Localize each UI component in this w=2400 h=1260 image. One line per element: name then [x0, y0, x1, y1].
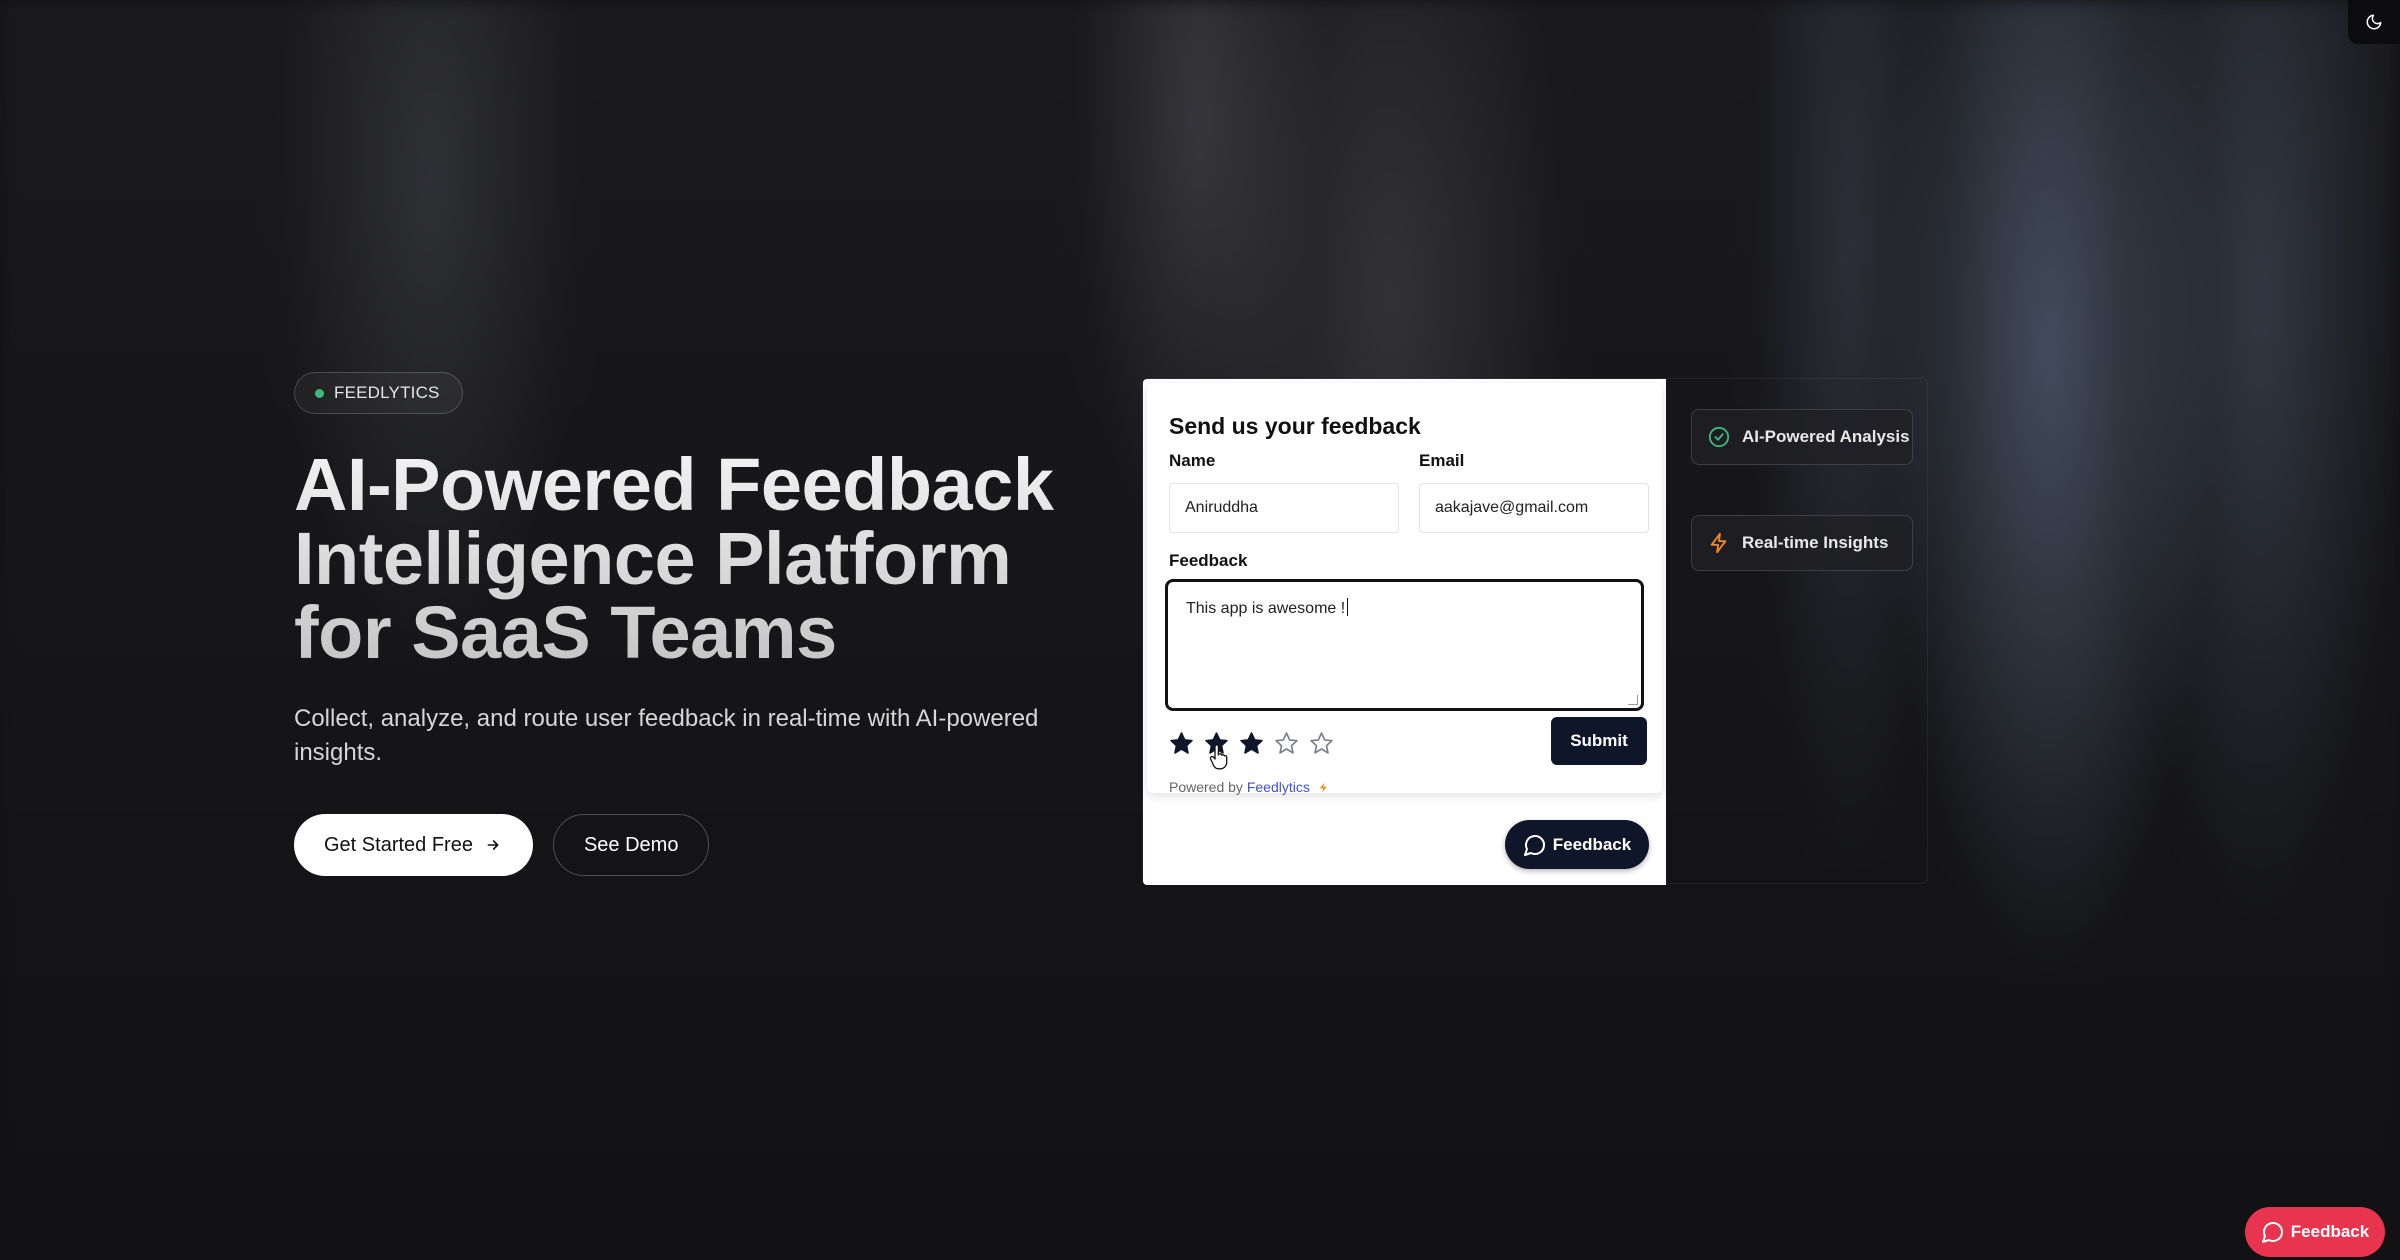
star-icon-5[interactable]	[1309, 731, 1334, 756]
arrow-right-icon	[487, 840, 499, 850]
feature-pill-label: AI-Powered Analysis	[1742, 427, 1910, 446]
star-icon-1[interactable]	[1169, 731, 1194, 756]
star-icon-4[interactable]	[1274, 731, 1299, 756]
widget-feedback-label: Feedback	[1552, 834, 1632, 854]
widget-feedback-button[interactable]: Feedback	[1505, 820, 1649, 869]
feature-pill-label: Real-time Insights	[1742, 533, 1889, 552]
cta-group: Get Started Free See Demo	[294, 814, 1094, 876]
feedback-label: Feedback	[1169, 551, 1248, 570]
chat-bubble-icon	[2261, 1222, 2283, 1243]
name-input[interactable]: Aniruddha	[1169, 483, 1399, 533]
widget-preview: Send us your feedback Name Aniruddha Ema…	[1143, 379, 1666, 885]
email-label: Email	[1419, 451, 1465, 470]
floating-feedback-label: Feedback	[2290, 1222, 2370, 1241]
lightning-icon	[1710, 532, 1727, 554]
powered-by-prefix: Powered by	[1169, 779, 1243, 795]
powered-by: Powered by Feedlytics	[1169, 779, 1329, 795]
hero-subtitle: Collect, analyze, and route user feedbac…	[294, 705, 1039, 766]
email-input-value: aakajave@gmail.com	[1435, 499, 1589, 516]
demo-panel: Send us your feedback Name Aniruddha Ema…	[1142, 378, 1928, 885]
name-input-value: Aniruddha	[1185, 499, 1258, 516]
check-circle-icon	[1708, 426, 1730, 448]
feedback-textarea-value: This app is awesome !	[1186, 600, 1346, 617]
form-title: Send us your feedback	[1169, 413, 1421, 439]
chat-bubble-icon	[1523, 834, 1545, 856]
moon-icon	[2366, 14, 2382, 30]
submit-label: Submit	[1570, 731, 1628, 750]
email-input[interactable]: aakajave@gmail.com	[1419, 483, 1649, 533]
brand-badge-label: FEEDLYTICS	[334, 383, 440, 402]
lightning-icon	[1319, 782, 1327, 793]
resize-handle[interactable]	[1628, 695, 1638, 705]
status-dot	[315, 388, 324, 398]
get-started-label: Get Started Free	[324, 833, 473, 856]
see-demo-label: See Demo	[583, 833, 679, 856]
powered-by-brand-link[interactable]: Feedlytics	[1247, 779, 1310, 795]
see-demo-button[interactable]: See Demo	[552, 814, 710, 876]
hero-section: FEEDLYTICS AI-Powered Feedback Intellige…	[294, 372, 1094, 876]
theme-toggle-button[interactable]	[2348, 0, 2400, 44]
feedback-textarea[interactable]: This app is awesome !	[1165, 579, 1644, 711]
hero-title-line1: AI-Powered Feedback	[294, 443, 1054, 526]
hero-title-line2: Intelligence Platform	[294, 517, 1012, 600]
feature-pill-realtime-insights: Real-time Insights	[1691, 515, 1913, 571]
get-started-button[interactable]: Get Started Free	[294, 814, 533, 876]
floating-feedback-button[interactable]: Feedback	[2245, 1207, 2385, 1257]
star-icon-3[interactable]	[1239, 731, 1264, 756]
feature-pill-ai-analysis: AI-Powered Analysis	[1691, 409, 1913, 465]
star-rating	[1169, 731, 1334, 756]
hero-title-line3: for SaaS Teams	[294, 591, 837, 674]
hero-title: AI-Powered Feedback Intelligence Platfor…	[294, 448, 1094, 670]
hand-cursor-icon	[1209, 744, 1228, 770]
text-caret	[1347, 598, 1349, 616]
name-label: Name	[1169, 451, 1216, 470]
feedback-form: Send us your feedback Name Aniruddha Ema…	[1147, 383, 1662, 795]
brand-badge: FEEDLYTICS	[294, 372, 463, 414]
submit-button[interactable]: Submit	[1551, 717, 1647, 765]
